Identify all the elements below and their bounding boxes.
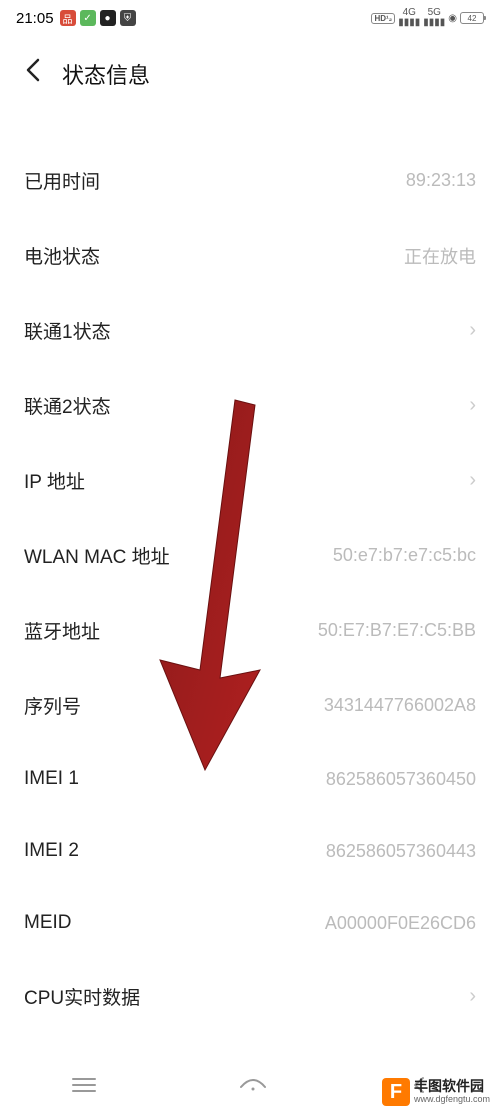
- row-label: 已用时间: [24, 167, 100, 194]
- app-notif-icon: ✓: [80, 10, 96, 26]
- back-button[interactable]: [24, 56, 42, 91]
- row-value: 862586057360443: [326, 841, 476, 862]
- row-value: 正在放电: [404, 243, 476, 269]
- app-notif-icon: 品: [60, 10, 76, 26]
- chevron-right-icon: ›: [469, 985, 476, 1008]
- page-header: 状态信息: [0, 36, 500, 103]
- wifi-icon: ◉: [448, 13, 457, 24]
- chat-notif-icon: ●: [100, 10, 116, 26]
- row-label: 联通1状态: [24, 317, 111, 344]
- row-serial-number[interactable]: 序列号 3431447766002A8: [0, 668, 500, 743]
- nav-recent-button[interactable]: [71, 1075, 97, 1101]
- row-value: A00000F0E26CD6: [325, 913, 476, 934]
- battery-icon: 42: [460, 12, 484, 24]
- row-label: IMEI 2: [24, 840, 79, 862]
- shield-icon: ⛨: [120, 10, 136, 26]
- status-bar: 21:05 品 ✓ ● ⛨ HD¹₂ 4G▮▮▮▮ 5G▮▮▮▮ ◉ 42: [0, 0, 500, 36]
- watermark-text: 丰图软件园: [414, 1079, 490, 1094]
- settings-list: 已用时间 89:23:13 电池状态 正在放电 联通1状态 › 联通2状态 › …: [0, 103, 500, 1034]
- sim2-signal-icon: 5G▮▮▮▮: [423, 8, 445, 28]
- chevron-left-icon: [24, 56, 42, 84]
- status-indicators: HD¹₂ 4G▮▮▮▮ 5G▮▮▮▮ ◉ 42: [371, 8, 484, 28]
- row-sim1-status[interactable]: 联通1状态 ›: [0, 293, 500, 368]
- row-imei2[interactable]: IMEI 2 862586057360443: [0, 815, 500, 887]
- watermark: F 丰图软件园 www.dgfengtu.com: [382, 1078, 490, 1106]
- row-meid[interactable]: MEID A00000F0E26CD6: [0, 887, 500, 959]
- row-label: WLAN MAC 地址: [24, 542, 170, 569]
- row-bluetooth-address[interactable]: 蓝牙地址 50:E7:B7:E7:C5:BB: [0, 593, 500, 668]
- row-label: 序列号: [24, 692, 81, 719]
- row-value: 3431447766002A8: [324, 695, 476, 716]
- hd-indicator-icon: HD¹₂: [371, 13, 395, 24]
- row-wlan-mac[interactable]: WLAN MAC 地址 50:e7:b7:e7:c5:bc: [0, 518, 500, 593]
- row-label: IP 地址: [24, 467, 85, 494]
- row-label: MEID: [24, 912, 72, 934]
- row-label: CPU实时数据: [24, 983, 140, 1010]
- watermark-logo-icon: F: [382, 1078, 410, 1106]
- row-label: 电池状态: [24, 242, 100, 269]
- row-label: 蓝牙地址: [24, 617, 100, 644]
- row-imei1[interactable]: IMEI 1 862586057360450: [0, 743, 500, 815]
- row-label: 联通2状态: [24, 392, 111, 419]
- nav-home-button[interactable]: [238, 1075, 268, 1101]
- sim1-signal-icon: 4G▮▮▮▮: [398, 8, 420, 28]
- page-title: 状态信息: [62, 58, 150, 90]
- row-battery-status[interactable]: 电池状态 正在放电: [0, 218, 500, 293]
- row-value: 50:e7:b7:e7:c5:bc: [333, 545, 476, 566]
- chevron-right-icon: ›: [469, 319, 476, 342]
- notification-icons: 品 ✓ ● ⛨: [60, 10, 136, 26]
- row-cpu-data[interactable]: CPU实时数据 ›: [0, 959, 500, 1034]
- clock-time: 21:05: [16, 10, 54, 27]
- row-label: IMEI 1: [24, 768, 79, 790]
- row-value: 862586057360450: [326, 769, 476, 790]
- row-value: 50:E7:B7:E7:C5:BB: [318, 620, 476, 641]
- chevron-right-icon: ›: [469, 394, 476, 417]
- status-left: 21:05 品 ✓ ● ⛨: [16, 10, 136, 27]
- chevron-right-icon: ›: [469, 469, 476, 492]
- row-sim2-status[interactable]: 联通2状态 ›: [0, 368, 500, 443]
- row-ip-address[interactable]: IP 地址 ›: [0, 443, 500, 518]
- row-uptime[interactable]: 已用时间 89:23:13: [0, 143, 500, 218]
- watermark-url: www.dgfengtu.com: [414, 1095, 490, 1105]
- row-value: 89:23:13: [406, 170, 476, 191]
